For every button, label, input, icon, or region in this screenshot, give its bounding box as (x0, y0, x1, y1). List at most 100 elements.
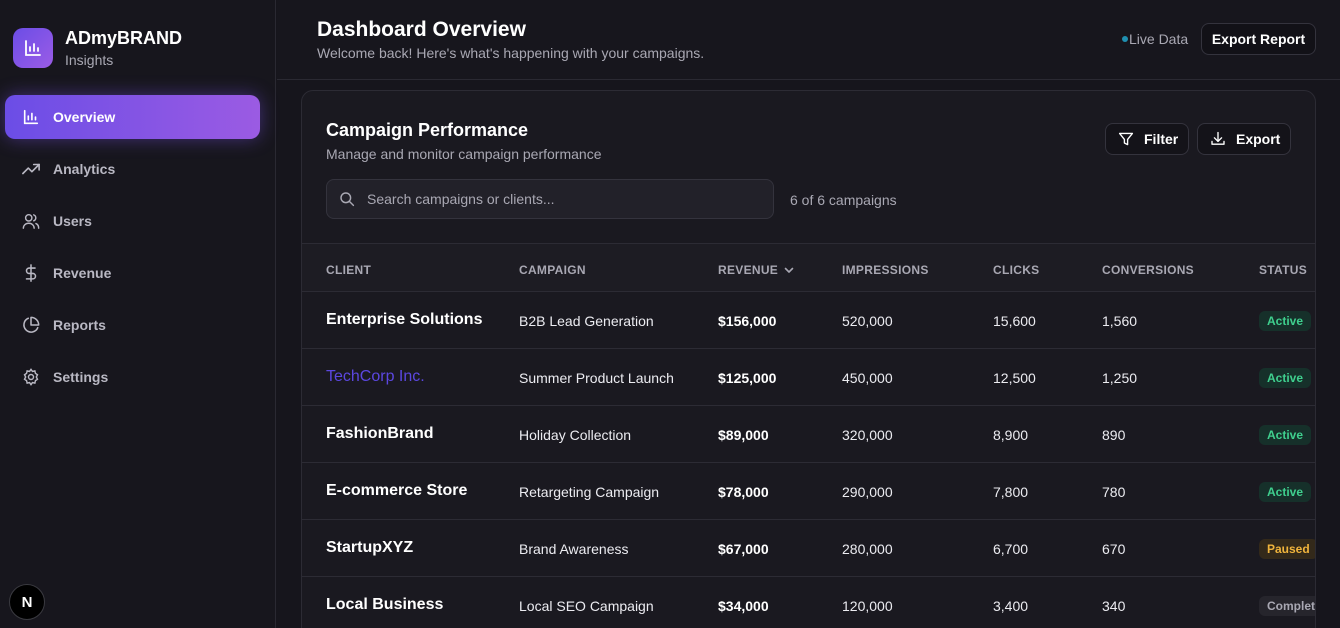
table-row[interactable]: Enterprise Solutions B2B Lead Generation… (302, 291, 1315, 348)
client-name: Local Business (326, 596, 444, 613)
filter-button[interactable]: Filter (1105, 123, 1189, 155)
brand: ADmyBRAND Insights (13, 27, 182, 69)
export-button[interactable]: Export (1197, 123, 1291, 155)
brand-name: ADmyBRAND (65, 28, 183, 48)
column-header-revenue[interactable]: REVENUE (718, 263, 795, 277)
table-row[interactable]: E-commerce Store Retargeting Campaign $7… (302, 462, 1315, 519)
sidebar-item-users[interactable]: Users (5, 199, 260, 243)
column-header-clicks[interactable]: CLICKS (993, 263, 1039, 277)
conversions-value: 340 (1102, 598, 1126, 614)
sidebar-item-reports[interactable]: Reports (5, 303, 260, 347)
campaign-name: Local SEO Campaign (519, 598, 654, 614)
status-badge: Active (1259, 311, 1312, 331)
sidebar-item-label: Reports (53, 317, 106, 333)
campaign-performance-card: Campaign Performance Manage and monitor … (301, 90, 1316, 628)
clicks-value: 12,500 (993, 370, 1036, 386)
campaign-count: 6 of 6 campaigns (790, 192, 897, 208)
column-header-impressions[interactable]: IMPRESSIONS (842, 263, 929, 277)
gear-icon (21, 367, 41, 387)
revenue-value: $78,000 (718, 484, 769, 500)
conversions-value: 890 (1102, 427, 1126, 443)
revenue-value: $125,000 (718, 370, 777, 386)
search-box (326, 179, 774, 219)
revenue-value: $89,000 (718, 427, 769, 443)
chevron-down-icon (783, 264, 795, 276)
clicks-value: 8,900 (993, 427, 1029, 443)
brand-subtitle: Insights (65, 52, 114, 68)
search-icon (339, 191, 355, 207)
campaign-name: Brand Awareness (519, 541, 629, 557)
next-logo-button[interactable]: N (9, 584, 45, 620)
live-data-label: Live Data (1129, 31, 1189, 47)
table-header: CLIENT CAMPAIGN REVENUE IMPRESSIONS CLIC… (302, 243, 1315, 291)
page-subtitle: Welcome back! Here's what's happening wi… (317, 45, 705, 61)
bar-chart-icon (21, 107, 41, 127)
sidebar-item-analytics[interactable]: Analytics (5, 147, 260, 191)
sidebar-item-label: Settings (53, 369, 109, 385)
client-name: E-commerce Store (326, 482, 468, 499)
campaign-name: Summer Product Launch (519, 370, 674, 386)
client-name: StartupXYZ (326, 539, 414, 556)
impressions-value: 290,000 (842, 484, 893, 500)
search-input[interactable] (367, 191, 747, 207)
card-subtitle: Manage and monitor campaign performance (326, 146, 602, 162)
sidebar-item-revenue[interactable]: Revenue (5, 251, 260, 295)
client-name: FashionBrand (326, 425, 434, 442)
revenue-value: $34,000 (718, 598, 769, 614)
page-title: Dashboard Overview (317, 18, 526, 41)
impressions-value: 520,000 (842, 313, 893, 329)
impressions-value: 280,000 (842, 541, 893, 557)
conversions-value: 670 (1102, 541, 1126, 557)
pie-chart-icon (21, 315, 41, 335)
export-report-button[interactable]: Export Report (1201, 23, 1316, 55)
status-badge: Active (1259, 368, 1312, 388)
status-badge: Active (1259, 425, 1312, 445)
clicks-value: 6,700 (993, 541, 1029, 557)
campaign-name: Holiday Collection (519, 427, 632, 443)
sidebar-item-label: Users (53, 213, 92, 229)
filter-label: Filter (1144, 131, 1179, 147)
users-icon (21, 211, 41, 231)
revenue-value: $67,000 (718, 541, 769, 557)
download-icon (1210, 131, 1226, 147)
conversions-value: 1,560 (1102, 313, 1138, 329)
client-name: Enterprise Solutions (326, 311, 483, 328)
sidebar-item-label: Revenue (53, 265, 112, 281)
table-row[interactable]: FashionBrand Holiday Collection $89,000 … (302, 405, 1315, 462)
revenue-value: $156,000 (718, 313, 777, 329)
impressions-value: 450,000 (842, 370, 893, 386)
impressions-value: 320,000 (842, 427, 893, 443)
clicks-value: 15,600 (993, 313, 1036, 329)
bar-chart-logo-icon (13, 28, 53, 68)
status-badge: Paused (1259, 539, 1315, 559)
app-root: ADmyBRAND Insights Overview Analytics Us… (0, 0, 1340, 628)
table-row[interactable]: StartupXYZ Brand Awareness $67,000 280,0… (302, 519, 1315, 576)
page-header: Dashboard Overview Welcome back! Here's … (277, 0, 1340, 80)
revenue-header-label: REVENUE (718, 263, 779, 277)
campaign-name: B2B Lead Generation (519, 313, 654, 329)
clicks-value: 3,400 (993, 598, 1029, 614)
column-header-conversions[interactable]: CONVERSIONS (1102, 263, 1194, 277)
sidebar-item-settings[interactable]: Settings (5, 355, 260, 399)
filter-icon (1118, 131, 1134, 147)
column-header-client[interactable]: CLIENT (326, 263, 371, 277)
client-name[interactable]: TechCorp Inc. (326, 368, 425, 386)
campaign-table: CLIENT CAMPAIGN REVENUE IMPRESSIONS CLIC… (302, 243, 1315, 628)
trending-up-icon (21, 159, 41, 179)
sidebar-item-label: Overview (53, 109, 116, 125)
export-label: Export (1236, 131, 1281, 147)
column-header-status[interactable]: STATUS (1259, 263, 1307, 277)
sidebar-item-overview[interactable]: Overview (5, 95, 260, 139)
clicks-value: 7,800 (993, 484, 1029, 500)
sidebar: ADmyBRAND Insights Overview Analytics Us… (0, 0, 276, 628)
impressions-value: 120,000 (842, 598, 893, 614)
card-title: Campaign Performance (326, 120, 529, 140)
table-row[interactable]: TechCorp Inc. Summer Product Launch $125… (302, 348, 1315, 405)
column-header-campaign[interactable]: CAMPAIGN (519, 263, 586, 277)
dollar-icon (21, 263, 41, 283)
conversions-value: 1,250 (1102, 370, 1138, 386)
live-dot-icon (1122, 36, 1128, 42)
status-badge: Active (1259, 482, 1312, 502)
table-row[interactable]: Local Business Local SEO Campaign $34,00… (302, 576, 1315, 628)
conversions-value: 780 (1102, 484, 1126, 500)
